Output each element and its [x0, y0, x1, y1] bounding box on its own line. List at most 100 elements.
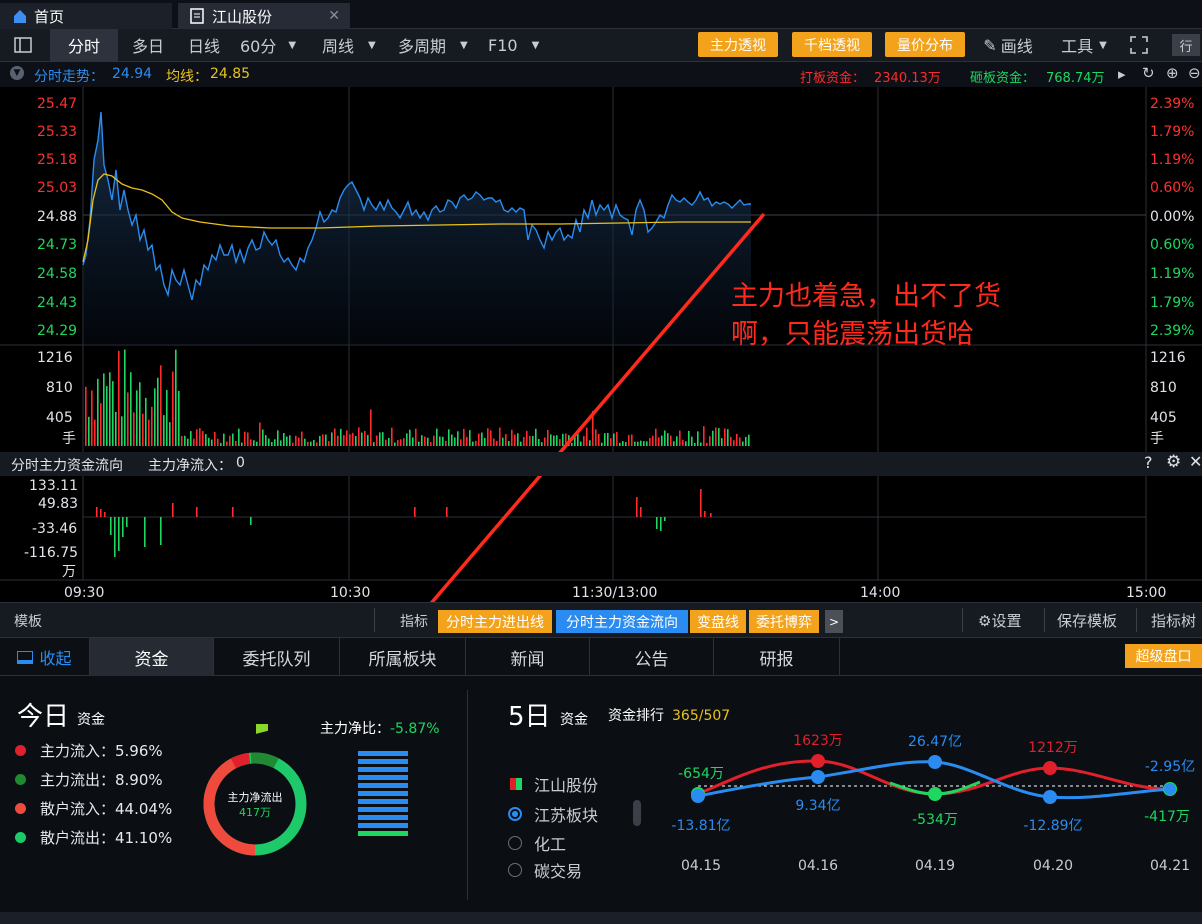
- volume-bar: [310, 441, 312, 446]
- legend-item: 散户流出：41.10%: [15, 823, 172, 852]
- tab-home[interactable]: 首页: [0, 3, 172, 29]
- option-jiangsu[interactable]: 江苏板块: [508, 802, 598, 826]
- zhuli-toushi-button[interactable]: 主力透视: [698, 32, 778, 57]
- sector-label: -2.95亿: [1145, 759, 1195, 775]
- fund-bar: [636, 497, 638, 517]
- volume-bar: [553, 435, 555, 446]
- pencil-icon: ✎: [983, 35, 997, 55]
- tab-suoshu-bankuai[interactable]: 所属板块: [340, 638, 466, 676]
- fund-tick: 133.11: [29, 478, 78, 494]
- gear-icon[interactable]: ⚙: [1166, 452, 1181, 472]
- close-icon[interactable]: ✕: [1189, 452, 1202, 471]
- price-tick: 25.18: [37, 152, 77, 168]
- volume-bar: [631, 434, 633, 446]
- super-panel-button[interactable]: 超级盘口: [1125, 644, 1202, 668]
- fund-flow-header: 分时主力资金流向 主力净流入： 0 ? ⚙ ✕: [0, 452, 1202, 476]
- volume-bar: [187, 438, 189, 446]
- status-strip: [0, 912, 1202, 924]
- volume-bar: [91, 390, 93, 446]
- volume-bar: [322, 434, 324, 446]
- period-zhouxian-dropdown[interactable]: 周线 ▼: [318, 29, 390, 61]
- tab-zijin[interactable]: 资金: [90, 638, 214, 676]
- option-huagong[interactable]: 化工: [508, 831, 566, 855]
- volume-bar: [403, 438, 405, 446]
- date-label: 04.16: [798, 858, 838, 874]
- volume-bar: [643, 441, 645, 446]
- right-percent-axis: 2.39% 1.79% 1.19% 0.60% 0.00% 0.60% 1.19…: [1150, 96, 1194, 339]
- time-tick: 10:30: [330, 585, 370, 601]
- volume-bar: [622, 441, 624, 446]
- volume-bar: [655, 428, 657, 446]
- settings-button[interactable]: ⚙设置: [978, 610, 1021, 631]
- volume-bar: [316, 442, 318, 446]
- tab-weituo-duilie[interactable]: 委托队列: [214, 638, 340, 676]
- f10-dropdown[interactable]: F10 ▼: [484, 29, 550, 61]
- period-fenshi[interactable]: 分时: [50, 29, 118, 61]
- indicator-tree-button[interactable]: 指标树: [1151, 610, 1202, 631]
- row-button[interactable]: 行: [1172, 34, 1200, 56]
- tab-gonggao[interactable]: 公告: [590, 638, 714, 676]
- volume-bar: [427, 437, 429, 446]
- help-icon[interactable]: ?: [1144, 453, 1153, 472]
- zoom-in-icon[interactable]: ⊕: [1166, 64, 1179, 82]
- volume-bar: [394, 442, 396, 446]
- legend-label: 散户流入：44.04%: [40, 800, 173, 818]
- volume-bar: [94, 419, 96, 446]
- volume-bar: [262, 429, 264, 446]
- volume-bar: [442, 436, 444, 446]
- option-tanjiaoyi[interactable]: 碳交易: [508, 858, 582, 882]
- tab-stock[interactable]: 江山股份 ✕: [178, 3, 350, 29]
- volume-bar: [106, 386, 108, 446]
- tab-xinwen[interactable]: 新闻: [466, 638, 590, 676]
- refresh-icon[interactable]: ↻: [1142, 64, 1155, 82]
- price-tick: 25.03: [37, 180, 77, 196]
- fullscreen-icon[interactable]: [1124, 29, 1154, 61]
- scroll-right-icon[interactable]: >: [825, 610, 843, 633]
- tools-dropdown[interactable]: 工具 ▼: [1054, 29, 1114, 61]
- volume-bar: [691, 436, 693, 446]
- period-rixian[interactable]: 日线: [178, 29, 230, 61]
- trend-value: 24.94: [112, 66, 153, 82]
- tab-yanbao[interactable]: 研报: [714, 638, 840, 676]
- save-template-button[interactable]: 保存模板: [1057, 610, 1117, 631]
- period-duori[interactable]: 多日: [122, 29, 174, 61]
- sidebar-toggle-icon[interactable]: [8, 29, 38, 61]
- volume-bar: [85, 386, 87, 446]
- divider: [1136, 608, 1137, 632]
- close-icon[interactable]: ✕: [328, 8, 340, 24]
- volume-bar: [235, 440, 237, 446]
- indicator-bianpan[interactable]: 变盘线: [690, 610, 746, 633]
- multi-period-dropdown[interactable]: 多周期 ▼: [394, 29, 480, 61]
- chevron-down-icon: ▼: [460, 39, 468, 51]
- indicator-zhuli-zijin[interactable]: 分时主力资金流向: [556, 610, 688, 633]
- draw-line-button[interactable]: ✎ 画线: [976, 29, 1040, 61]
- volume-bar: [133, 412, 135, 446]
- indicator-zhuli-jinchu[interactable]: 分时主力进出线: [438, 610, 552, 633]
- volume-bar: [676, 436, 678, 446]
- volume-bar: [625, 442, 627, 446]
- period-60min-dropdown[interactable]: 60分 ▼: [234, 29, 310, 61]
- qiandang-toushi-button[interactable]: 千档透视: [792, 32, 872, 57]
- indicator-weituo-boyi[interactable]: 委托博弈: [749, 610, 819, 633]
- volume-bar: [397, 440, 399, 446]
- volume-bar: [292, 442, 294, 446]
- collapse-circle-icon[interactable]: ▼: [10, 66, 24, 80]
- volume-bar: [685, 441, 687, 446]
- liangjia-fenbu-button[interactable]: 量价分布: [885, 32, 965, 57]
- ratio-bar: [358, 807, 408, 812]
- time-tick: 09:30: [64, 585, 104, 601]
- option-label: 江苏板块: [534, 806, 599, 825]
- intraday-chart[interactable]: 25.47 25.33 25.18 25.03 24.88 24.73 24.5…: [0, 87, 1202, 602]
- next-icon[interactable]: ▸: [1118, 65, 1126, 83]
- five-day-chart: -654万 1623万 -534万 1212万 -417万 -13.81亿 9.…: [671, 733, 1195, 874]
- fund-bar: [664, 517, 666, 521]
- volume-bar: [181, 435, 183, 446]
- avg-value: 24.85: [210, 66, 251, 82]
- scrollbar[interactable]: [633, 800, 641, 826]
- volume-bar: [541, 442, 543, 446]
- volume-bar: [166, 389, 168, 446]
- volume-bar: [457, 431, 459, 446]
- collapse-button[interactable]: 收起: [0, 638, 90, 676]
- volume-bar: [745, 436, 747, 446]
- zoom-out-icon[interactable]: ⊖: [1188, 64, 1201, 82]
